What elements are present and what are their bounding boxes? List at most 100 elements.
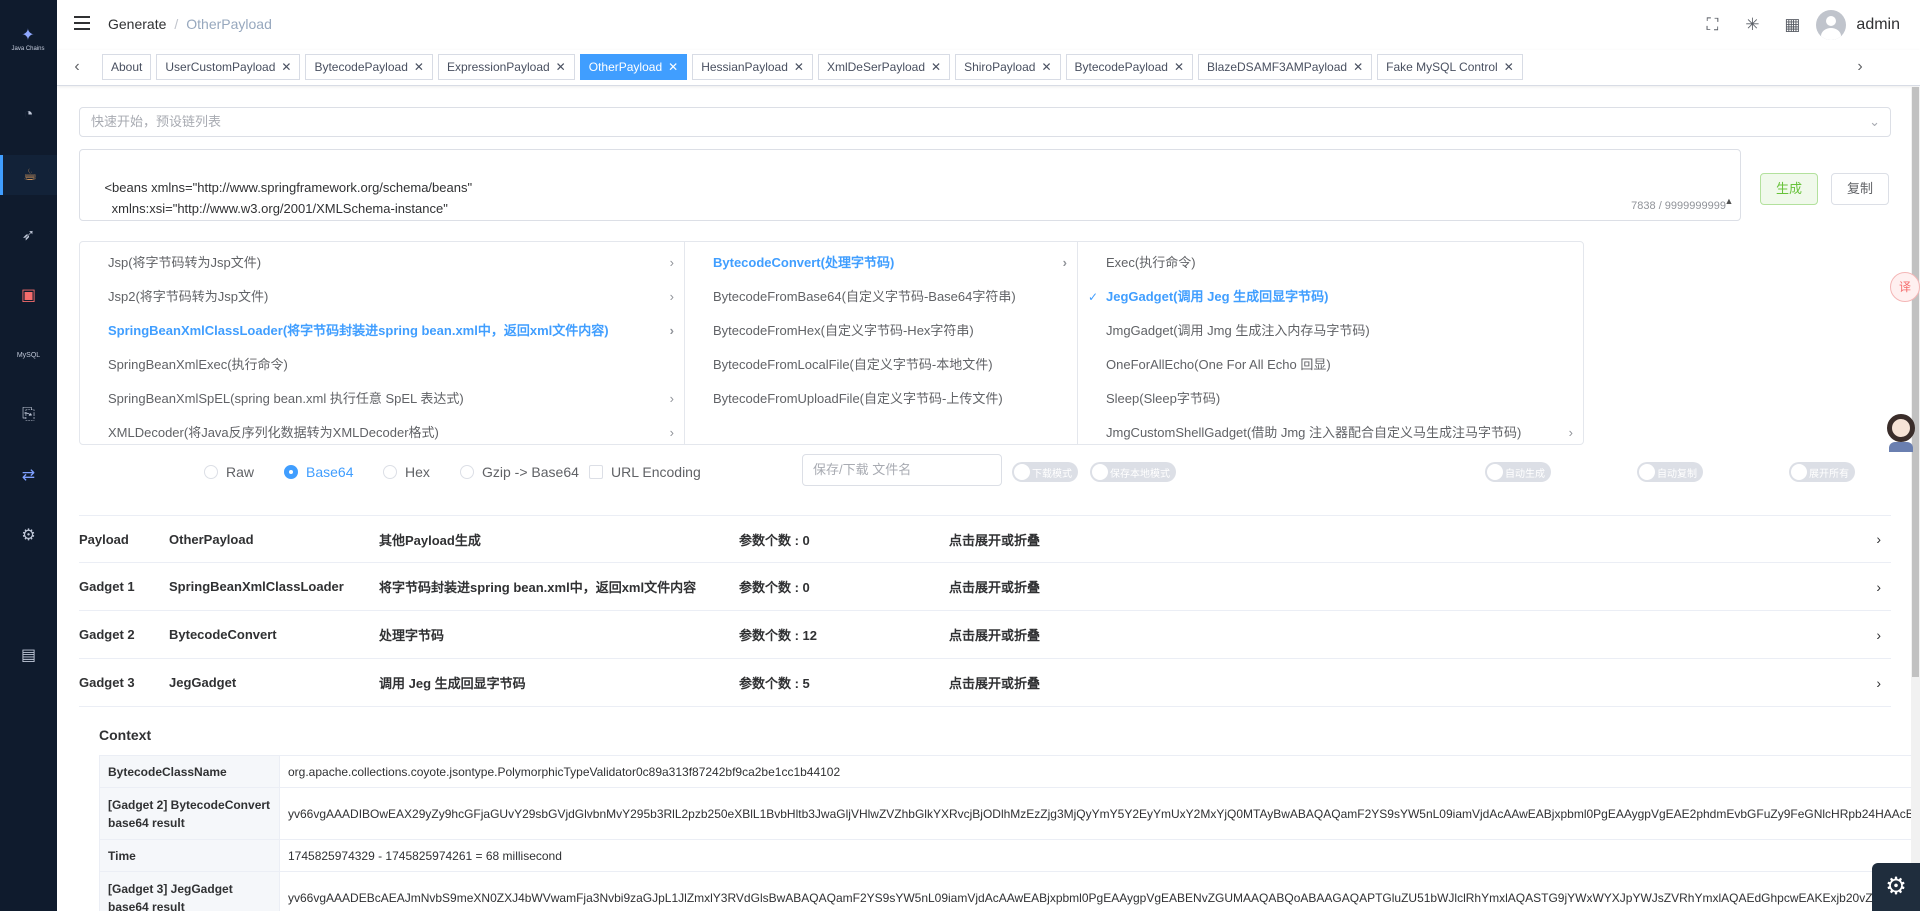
tag-expressionpayload[interactable]: ExpressionPayload ✕ <box>437 54 575 80</box>
main-content: 快速开始，预设链列表 ⌄ <beans xmlns="http://www.sp… <box>57 87 1920 911</box>
tag-hessianpayload[interactable]: HessianPayload ✕ <box>692 54 813 80</box>
page-scroll-thumb[interactable] <box>1912 87 1919 677</box>
collapse-row-gadget-1[interactable]: Gadget 1 SpringBeanXmlClassLoader 将字节码封装… <box>79 563 1891 611</box>
radio-raw[interactable]: Raw <box>204 464 254 480</box>
cascader-option[interactable]: BytecodeFromUploadFile(自定义字节码-上传文件) <box>685 382 1077 416</box>
close-icon[interactable]: ✕ <box>1041 60 1051 74</box>
tag-shiropayload[interactable]: ShiroPayload ✕ <box>955 54 1061 80</box>
context-value[interactable]: 1745825974329 - 1745825974261 = 68 milli… <box>279 839 1920 872</box>
cascader-option[interactable]: OneForAllEcho(One For All Echo 回显) <box>1078 348 1583 382</box>
theme-icon[interactable]: ✳ <box>1732 15 1772 35</box>
collapse-row-gadget-3[interactable]: Gadget 3 JegGadget 调用 Jeg 生成回显字节码 参数个数 :… <box>79 659 1891 707</box>
tag-label: UserCustomPayload <box>165 60 276 74</box>
close-icon[interactable]: ✕ <box>668 60 678 74</box>
sidebar-item-dashboard[interactable]: ◔ <box>0 95 57 135</box>
tag-bytecodepayload[interactable]: BytecodePayload ✕ <box>305 54 433 80</box>
tags-scroll-left-icon[interactable]: ‹ <box>67 56 87 78</box>
tag-fake-mysql-control[interactable]: Fake MySQL Control ✕ <box>1377 54 1523 80</box>
app-logo[interactable]: ✦ Java Chains <box>8 28 48 58</box>
option-label: BytecodeFromHex(自定义字节码-Hex字符串) <box>713 323 974 338</box>
generate-button[interactable]: 生成 <box>1760 173 1819 205</box>
close-icon[interactable]: ✕ <box>1174 60 1184 74</box>
copy-button[interactable]: 复制 <box>1831 173 1890 205</box>
sidebar-item-mysql[interactable]: MySQL <box>0 335 57 375</box>
settings-fab-icon[interactable]: ⚙ <box>1872 863 1920 911</box>
avatar[interactable] <box>1816 10 1847 40</box>
tag-label: HessianPayload <box>701 60 788 74</box>
cascader-option[interactable]: Jsp2(将字节码转为Jsp文件) › <box>80 280 684 314</box>
breadcrumb-root[interactable]: Generate <box>108 16 166 32</box>
cascader-option[interactable]: JmgGadget(调用 Jmg 生成注入内存马字节码) <box>1078 314 1583 348</box>
fullscreen-icon[interactable]: ⛶ <box>1692 15 1732 35</box>
collapse-row-payload[interactable]: Payload OtherPayload 其他Payload生成 参数个数 : … <box>79 515 1891 563</box>
switch-auto-copy[interactable]: 自动复制 <box>1637 462 1703 482</box>
payload-code-textarea[interactable]: <beans xmlns="http://www.springframework… <box>79 149 1741 221</box>
close-icon[interactable]: ✕ <box>1504 60 1514 74</box>
radio-base64[interactable]: Base64 <box>284 464 353 480</box>
sidebar-item-http[interactable]: ⎘ <box>0 395 57 435</box>
sidebar-item-generate[interactable]: ☕ <box>0 155 57 195</box>
switch-auto-generate[interactable]: 自动生成 <box>1485 462 1551 482</box>
cascader-option[interactable]: BytecodeFromBase64(自定义字节码-Base64字符串) <box>685 280 1077 314</box>
cascader-option[interactable]: SpringBeanXmlSpEL(spring bean.xml 执行任意 S… <box>80 382 684 416</box>
context-value[interactable]: yv66vgAAADIBOwEAX29yZy9hcGFjaGUvY29sbGVj… <box>279 787 1920 840</box>
context-key: Time <box>99 839 280 872</box>
save-filename-input[interactable]: 保存/下载 文件名 <box>802 454 1002 486</box>
radio-gzip-base64[interactable]: Gzip -> Base64 <box>460 464 579 480</box>
sidebar-item-proxy[interactable]: ⇄ <box>0 455 57 495</box>
tag-xmldeserpayload[interactable]: XmlDeSerPayload ✕ <box>817 54 951 80</box>
username[interactable]: admin <box>1856 16 1900 34</box>
collapse-row-gadget-2[interactable]: Gadget 2 BytecodeConvert 处理字节码 参数个数 : 12… <box>79 611 1891 659</box>
assistant-avatar-icon[interactable] <box>1884 414 1918 454</box>
sidebar-item-exploit[interactable]: ➶ <box>0 215 57 255</box>
translate-float-icon[interactable]: 译 <box>1890 272 1920 302</box>
apps-grid-icon[interactable]: ▦ <box>1772 15 1812 35</box>
cascader-option[interactable]: JmgCustomShellGadget(借助 Jmg 注入器配合自定义马生成注… <box>1078 416 1583 444</box>
row-toggle-hint: 点击展开或折叠 <box>949 676 1041 691</box>
cascader-option[interactable]: Sleep(Sleep字节码) <box>1078 382 1583 416</box>
table-row: [Gadget 3] JegGadget base64 result yv66v… <box>99 871 1920 911</box>
cascader-option[interactable]: BytecodeFromLocalFile(自定义字节码-本地文件) <box>685 348 1077 382</box>
cascader-column-2: BytecodeConvert(处理字节码) › BytecodeFromBase… <box>685 242 1078 444</box>
cascader-option-checked[interactable]: ✓ JegGadget(调用 Jeg 生成回显字节码) <box>1078 280 1583 314</box>
sidebar-item-docs[interactable]: ▤ <box>0 635 57 675</box>
close-icon[interactable]: ✕ <box>1353 60 1363 74</box>
close-icon[interactable]: ✕ <box>414 60 424 74</box>
cascader-option-selected[interactable]: BytecodeConvert(处理字节码) › <box>685 246 1077 280</box>
switch-save-local-mode[interactable]: 保存本地模式 <box>1090 462 1176 482</box>
chevron-down-icon: ⌄ <box>1869 114 1880 129</box>
switch-expand-all[interactable]: 展开所有 <box>1789 462 1855 482</box>
tag-blazedsamf3ampayload[interactable]: BlazeDSAMF3AMPayload ✕ <box>1198 54 1373 80</box>
close-icon[interactable]: ✕ <box>794 60 804 74</box>
tag-about[interactable]: About <box>102 54 152 80</box>
context-value[interactable]: org.apache.collections.coyote.jsontype.P… <box>279 755 1920 788</box>
quick-start-select[interactable]: 快速开始，预设链列表 ⌄ <box>79 107 1891 137</box>
cascader-option[interactable]: XMLDecoder(将Java反序列化数据转为XMLDecoder格式) › <box>80 416 684 444</box>
cascader-option-selected[interactable]: SpringBeanXmlClassLoader(将字节码封装进spring b… <box>80 314 684 348</box>
sidebar-item-payload[interactable]: ▣ <box>0 275 57 315</box>
sidebar-item-settings[interactable]: ⚙ <box>0 515 57 555</box>
hamburger-icon[interactable] <box>74 16 90 30</box>
table-row: BytecodeClassName org.apache.collections… <box>99 755 1920 788</box>
switch-download-mode[interactable]: 下载模式 <box>1012 462 1078 482</box>
cascader-option[interactable]: BytecodeFromHex(自定义字节码-Hex字符串) <box>685 314 1077 348</box>
tag-usercustompayload[interactable]: UserCustomPayload ✕ <box>156 54 301 80</box>
option-label: Jsp2(将字节码转为Jsp文件) <box>108 289 269 304</box>
table-row: Time 1745825974329 - 1745825974261 = 68 … <box>99 839 1920 872</box>
close-icon[interactable]: ✕ <box>931 60 941 74</box>
tags-scroll-right-icon[interactable]: › <box>1850 56 1870 78</box>
radio-hex[interactable]: Hex <box>383 464 430 480</box>
close-icon[interactable]: ✕ <box>281 60 291 74</box>
cascader-option[interactable]: Jsp(将字节码转为Jsp文件) › <box>80 246 684 280</box>
context-value[interactable]: yv66vgAAADEBcAEAJmNvbS9meXN0ZXJ4bWVwamFj… <box>279 871 1920 911</box>
page-scrollbar[interactable] <box>1911 87 1920 911</box>
checkbox-url-encoding[interactable]: URL Encoding <box>589 464 701 480</box>
tag-otherpayload[interactable]: OtherPayload ✕ <box>579 54 688 80</box>
close-icon[interactable]: ✕ <box>556 60 566 74</box>
chevron-right-icon: › <box>1876 626 1881 643</box>
tag-bytecodepayload-2[interactable]: BytecodePayload ✕ <box>1065 54 1193 80</box>
option-label: SpringBeanXmlSpEL(spring bean.xml 执行任意 S… <box>108 391 464 406</box>
cascader-option[interactable]: Exec(执行命令) <box>1078 246 1583 280</box>
cascader-option[interactable]: SpringBeanXmlExec(执行命令) <box>80 348 684 382</box>
row-name: JegGadget <box>169 675 237 690</box>
